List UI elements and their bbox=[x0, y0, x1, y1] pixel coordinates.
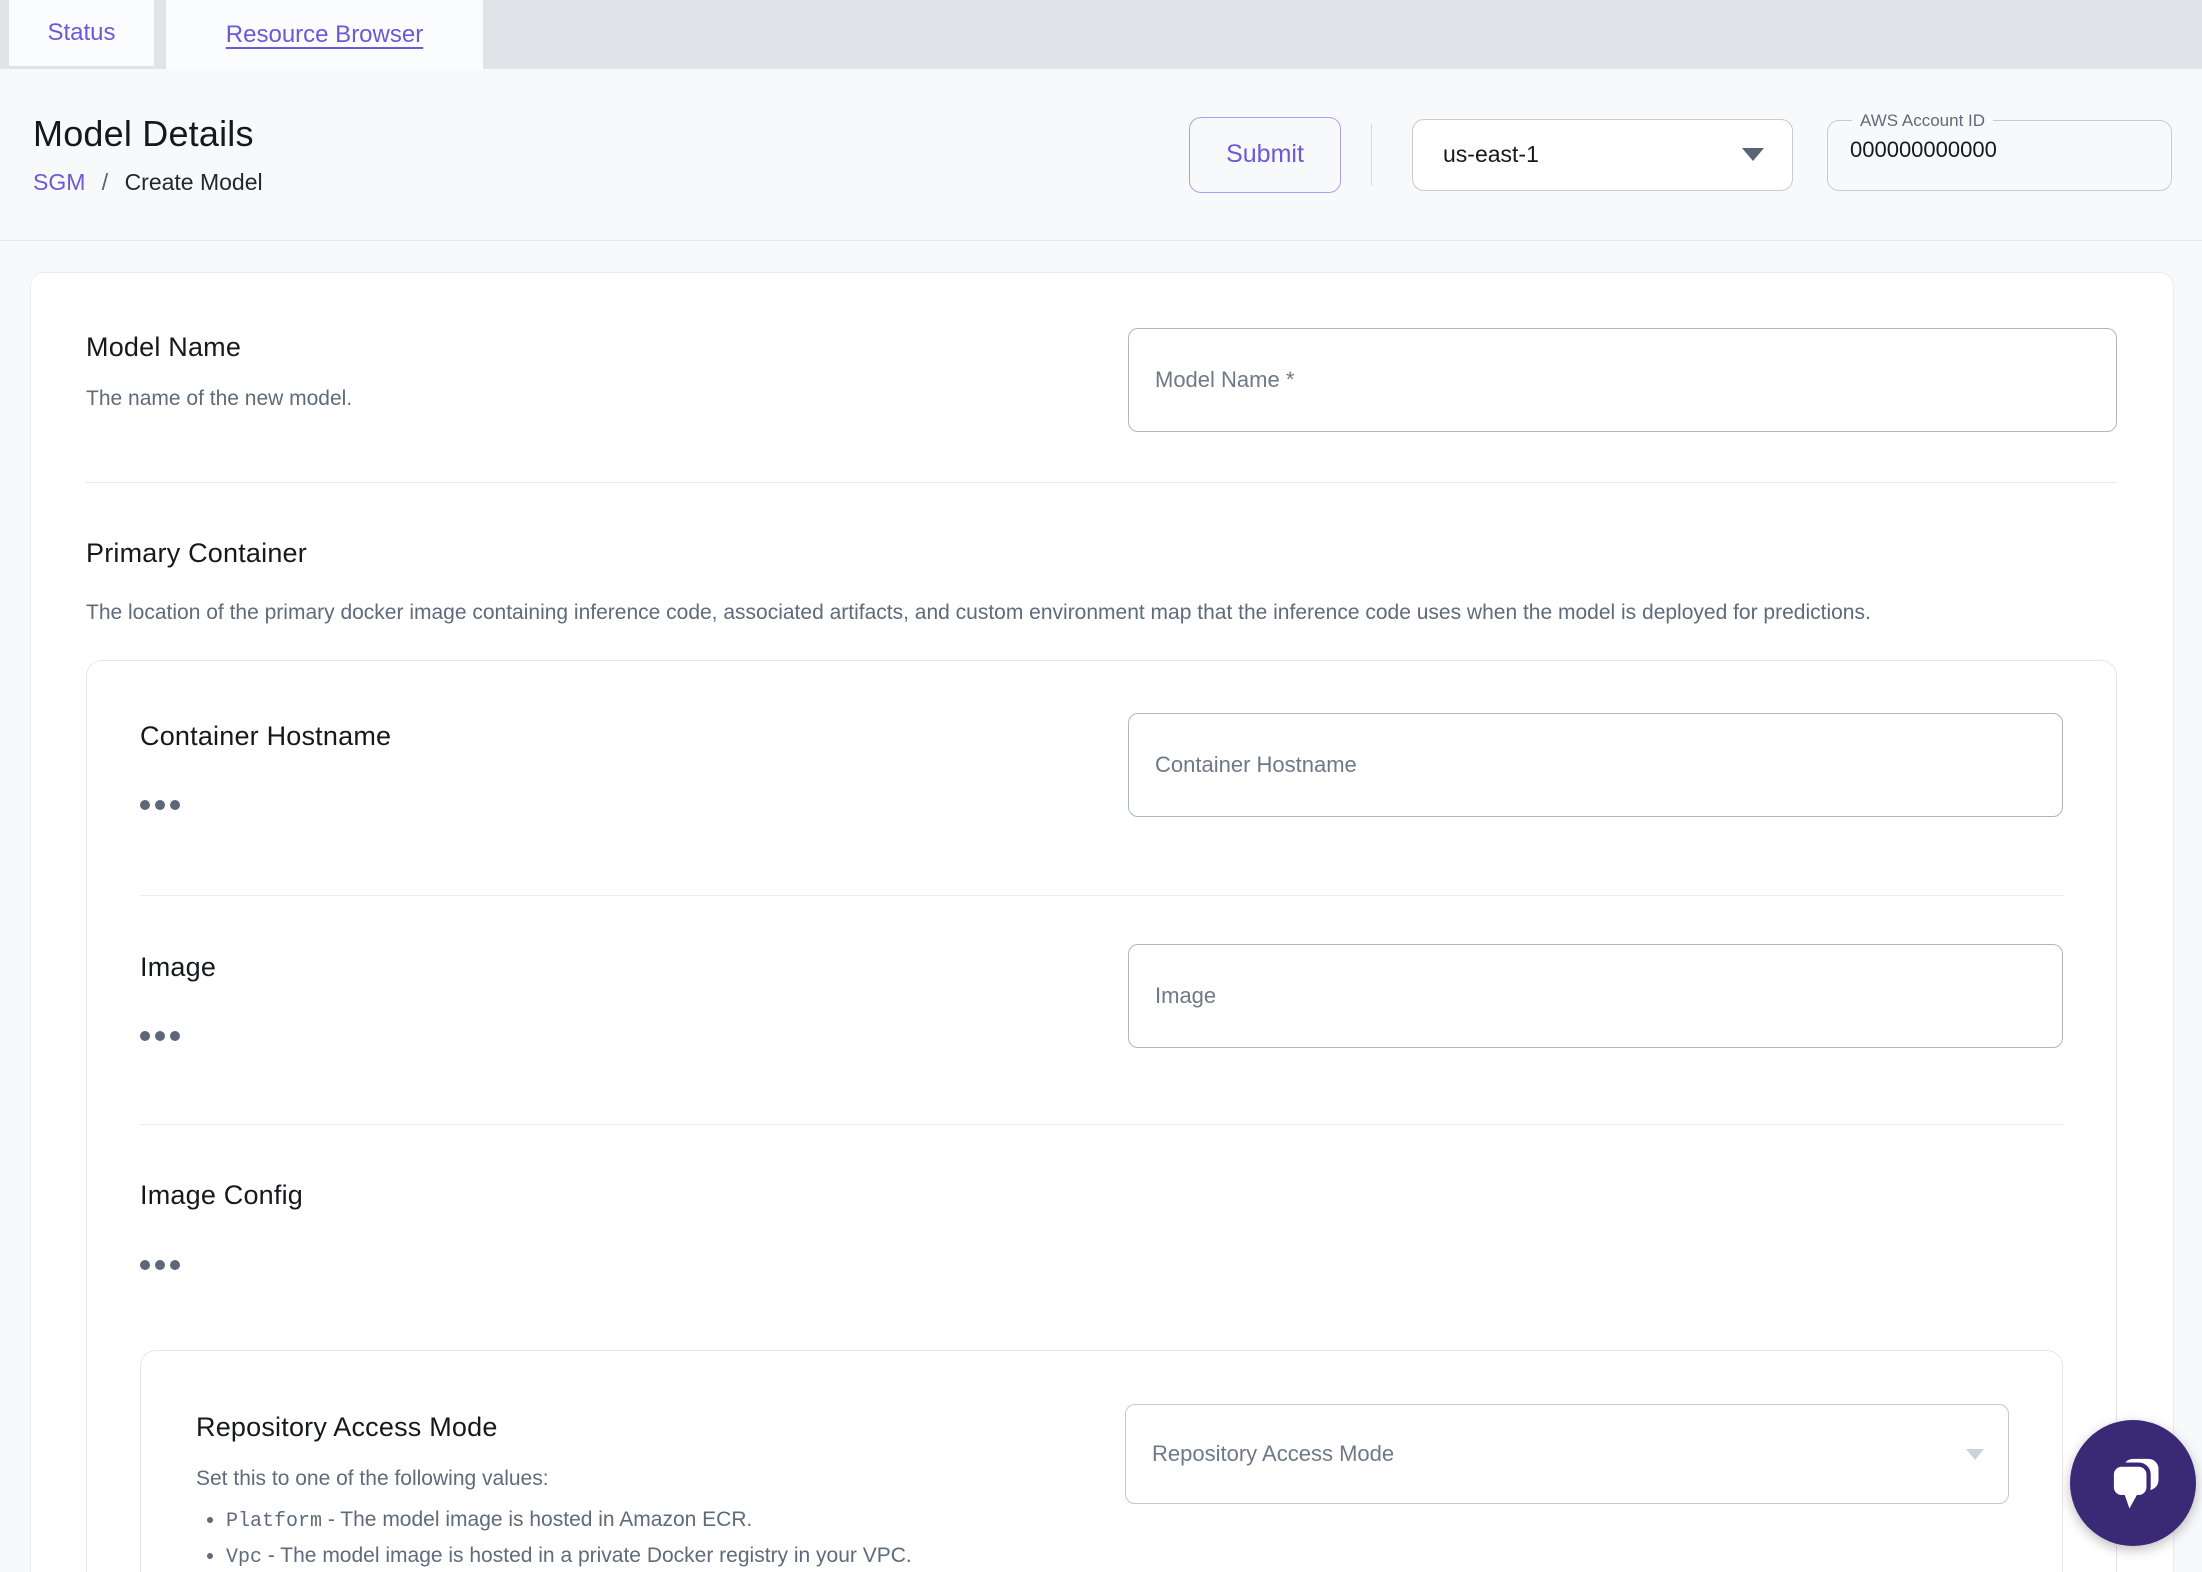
chat-bubbles-icon bbox=[2109, 1458, 2159, 1509]
main-content: Model Name The name of the new model. Pr… bbox=[0, 241, 2202, 1572]
container-hostname-label-block: Container Hostname bbox=[140, 713, 1128, 819]
submit-button[interactable]: Submit bbox=[1189, 116, 1341, 193]
repository-access-mode-label-block: Repository Access Mode Set this to one o… bbox=[196, 1404, 1125, 1572]
model-name-label-block: Model Name The name of the new model. bbox=[86, 328, 1128, 432]
list-item: Platform - The model image is hosted in … bbox=[226, 1503, 1085, 1539]
breadcrumb-separator: / bbox=[101, 169, 109, 195]
model-details-card: Model Name The name of the new model. Pr… bbox=[30, 272, 2174, 1572]
aws-account-id-label: AWS Account ID bbox=[1860, 110, 1986, 130]
container-hostname-input-col bbox=[1128, 713, 2063, 819]
image-input[interactable] bbox=[1128, 944, 2063, 1048]
container-hostname-row: Container Hostname bbox=[140, 713, 2063, 819]
image-input-col bbox=[1128, 944, 2063, 1048]
repository-access-mode-row: Repository Access Mode Set this to one o… bbox=[196, 1404, 2009, 1572]
repository-access-mode-values: Platform - The model image is hosted in … bbox=[226, 1503, 1085, 1572]
primary-container-description: The location of the primary docker image… bbox=[86, 601, 1871, 624]
repository-access-mode-label: Repository Access Mode bbox=[196, 1412, 498, 1442]
breadcrumb-current: Create Model bbox=[124, 169, 263, 195]
more-dots-icon[interactable] bbox=[140, 1256, 184, 1274]
primary-container-card: Container Hostname Image bbox=[86, 660, 2117, 1572]
breadcrumb: SGM / Create Model bbox=[33, 169, 263, 196]
page-header: Model Details SGM / Create Model Submit … bbox=[0, 69, 2202, 241]
image-row: Image bbox=[140, 896, 2063, 1048]
image-label-block: Image bbox=[140, 944, 1128, 1048]
aws-account-id-input[interactable] bbox=[1846, 130, 2153, 163]
chevron-down-icon bbox=[1742, 148, 1764, 161]
primary-container-label: Primary Container bbox=[86, 538, 307, 568]
chevron-down-icon bbox=[1966, 1448, 1984, 1460]
repository-access-mode-input-col: Repository Access Mode bbox=[1125, 1404, 2009, 1572]
value-code: Platform bbox=[226, 1510, 323, 1533]
region-select-value: us-east-1 bbox=[1443, 141, 1539, 167]
tab-resource-browser-label: Resource Browser bbox=[225, 20, 424, 48]
tab-status[interactable]: Status bbox=[9, 0, 154, 66]
model-name-input-col bbox=[1128, 328, 2117, 432]
header-title-block: Model Details SGM / Create Model bbox=[33, 113, 263, 196]
page-title: Model Details bbox=[33, 113, 254, 154]
section-divider bbox=[86, 482, 2117, 483]
repository-access-mode-description: Set this to one of the following values: bbox=[196, 1467, 549, 1490]
value-code: Vpc bbox=[226, 1546, 263, 1569]
model-name-description: The name of the new model. bbox=[86, 387, 353, 410]
header-divider bbox=[1371, 123, 1372, 186]
primary-container-section-header: Primary Container The location of the pr… bbox=[86, 538, 2117, 632]
more-dots-icon[interactable] bbox=[140, 796, 184, 814]
value-text: - The model image is hosted in a private… bbox=[262, 1544, 912, 1567]
model-name-label: Model Name bbox=[86, 332, 242, 362]
container-hostname-input[interactable] bbox=[1128, 713, 2063, 817]
more-dots-icon[interactable] bbox=[140, 1027, 184, 1045]
image-config-card: Repository Access Mode Set this to one o… bbox=[140, 1350, 2063, 1572]
value-text: - The model image is hosted in Amazon EC… bbox=[322, 1508, 753, 1531]
model-name-input[interactable] bbox=[1128, 328, 2117, 432]
region-select[interactable]: us-east-1 bbox=[1412, 118, 1793, 191]
tab-status-label: Status bbox=[47, 19, 116, 46]
image-config-row: Image Config bbox=[140, 1125, 2063, 1274]
header-actions: Submit us-east-1 AWS Account ID bbox=[1189, 110, 2172, 195]
image-label: Image bbox=[140, 952, 217, 982]
repository-access-mode-placeholder: Repository Access Mode bbox=[1152, 1441, 1395, 1466]
chat-widget-button[interactable] bbox=[2070, 1420, 2196, 1546]
aws-account-id-field: AWS Account ID bbox=[1827, 110, 2172, 191]
tab-bar: Status Resource Browser bbox=[0, 0, 2202, 69]
model-name-row: Model Name The name of the new model. bbox=[86, 328, 2117, 432]
list-item: Vpc - The model image is hosted in a pri… bbox=[226, 1539, 1085, 1572]
repository-access-mode-select[interactable]: Repository Access Mode bbox=[1125, 1404, 2009, 1504]
container-hostname-label: Container Hostname bbox=[140, 721, 392, 751]
image-config-label: Image Config bbox=[140, 1180, 303, 1210]
tab-resource-browser[interactable]: Resource Browser bbox=[166, 0, 483, 69]
breadcrumb-link-sgm[interactable]: SGM bbox=[33, 169, 85, 195]
